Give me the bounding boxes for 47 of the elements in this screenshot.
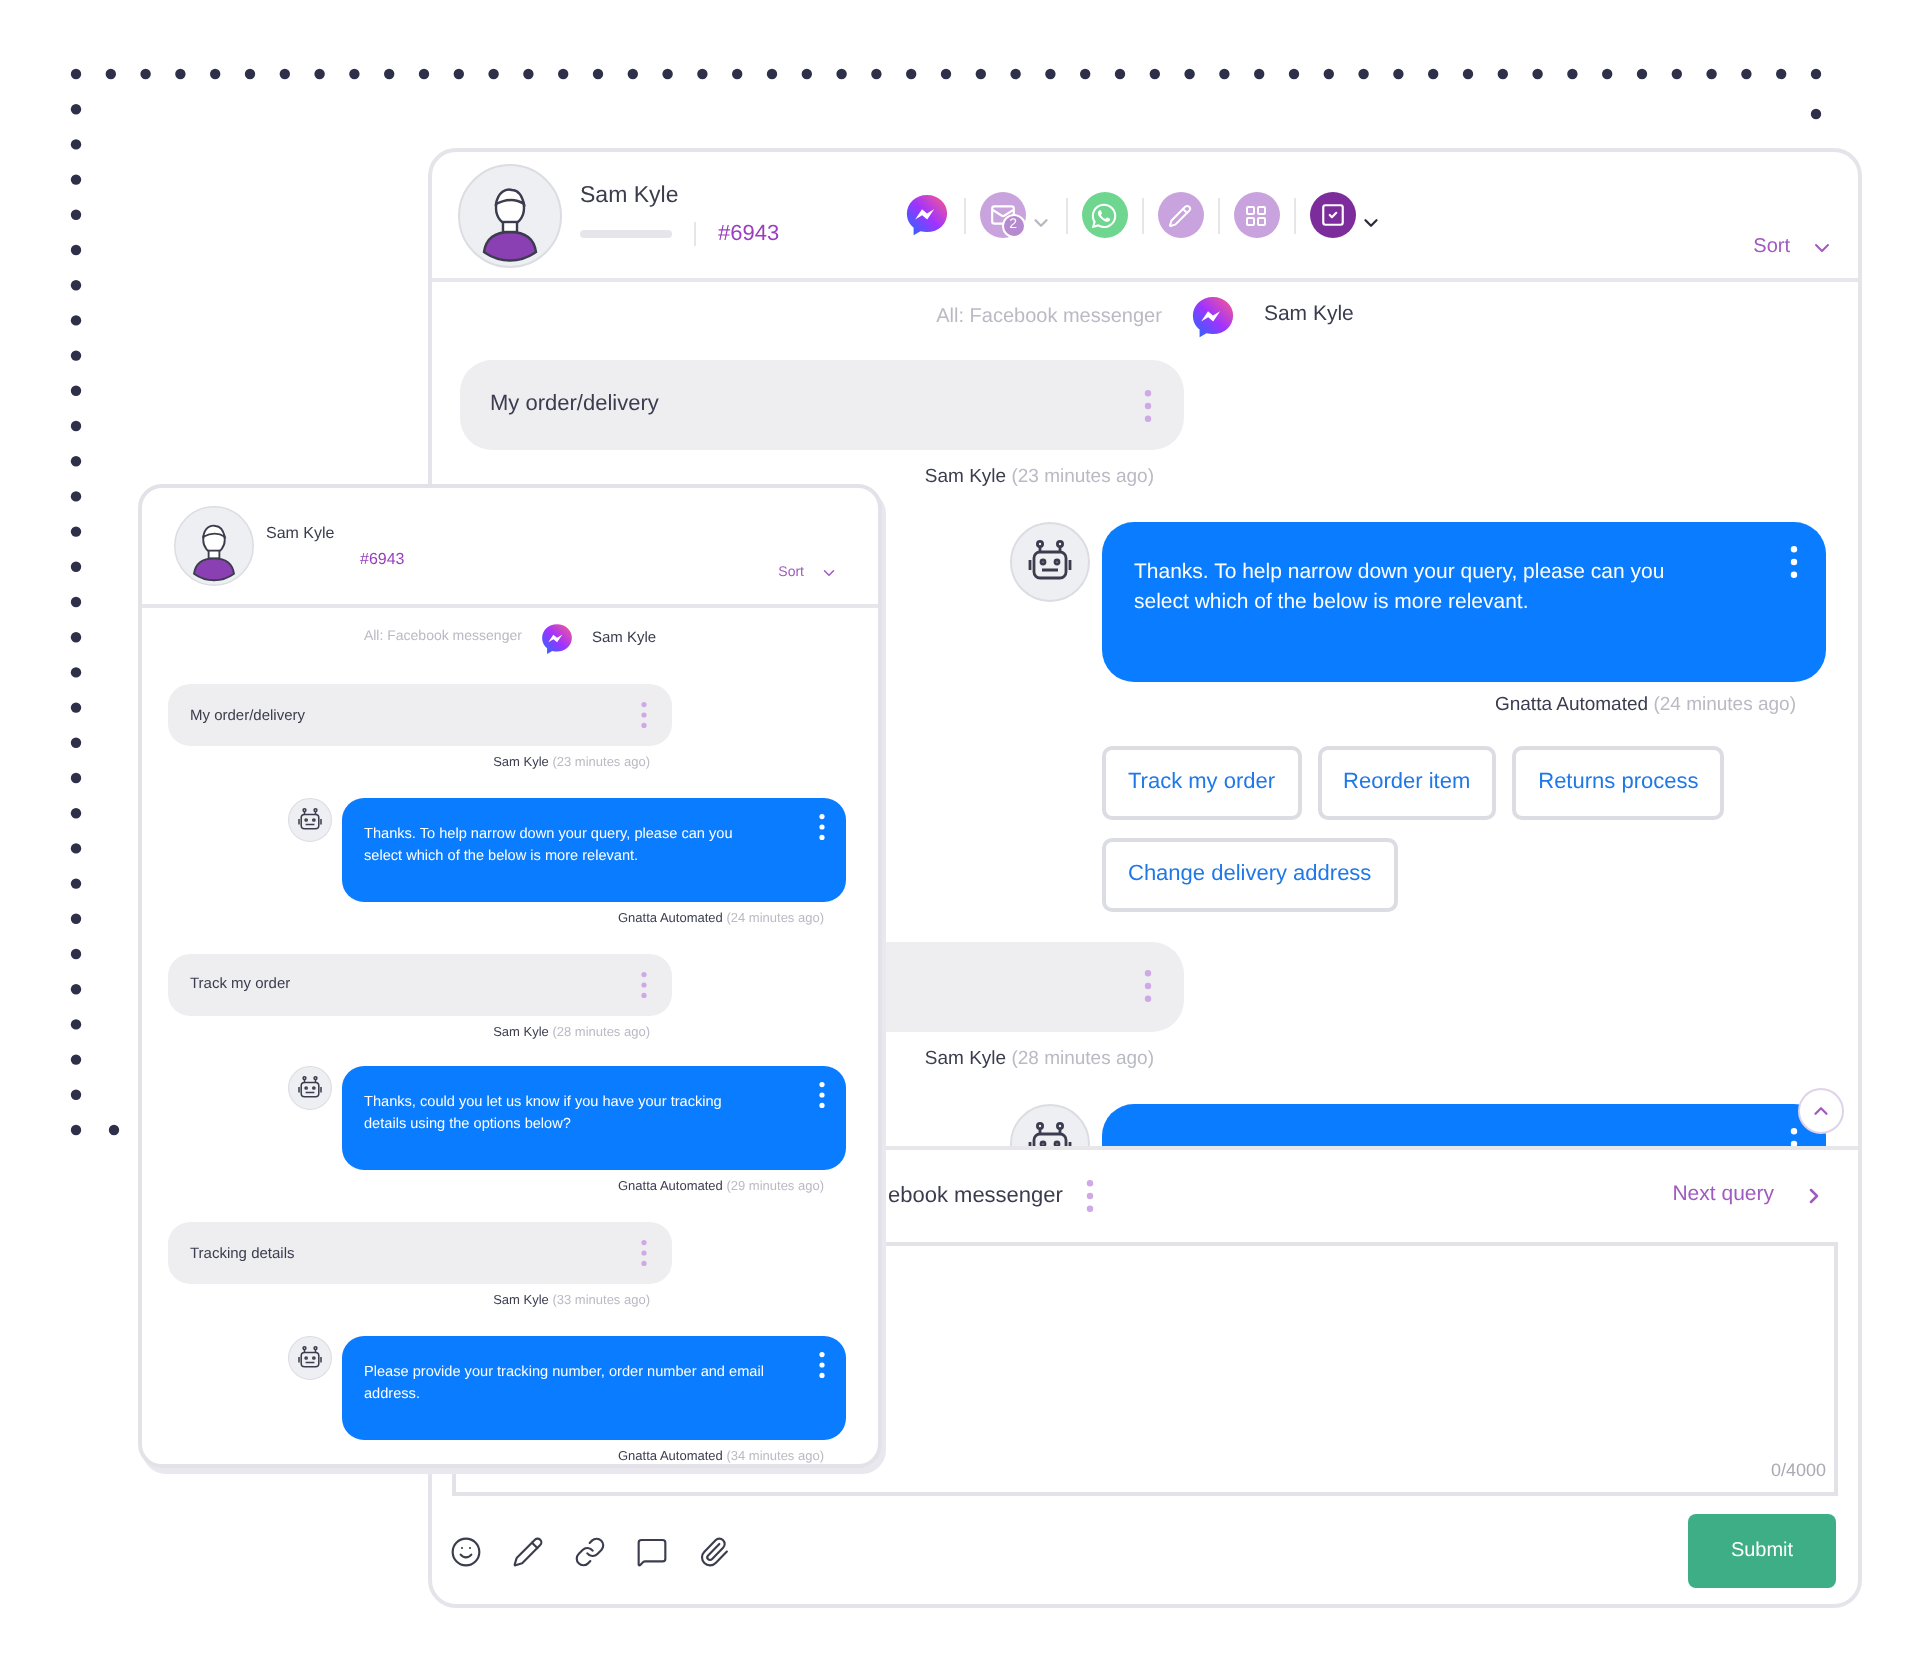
- ticket-number: #6943: [360, 547, 405, 571]
- message-text: Thanks. To help narrow down your query, please can you select which of the below is more relevant.: [1134, 558, 1667, 619]
- phone-bubble-icon: [1081, 192, 1128, 238]
- quick-reply-button[interactable]: Change delivery address: [1102, 837, 1398, 911]
- more-icon[interactable]: [1790, 546, 1798, 579]
- chat-bubble-icon: [1189, 293, 1236, 339]
- checkbox-icon: [1309, 192, 1356, 238]
- sort-button[interactable]: Sort: [1753, 232, 1834, 262]
- chat-bubble-icon: [539, 621, 574, 655]
- contact-name: Sam Kyle: [1263, 300, 1354, 331]
- message-text: My order/delivery: [490, 390, 659, 421]
- quick-reply-button[interactable]: Track my order: [1102, 745, 1302, 819]
- paperclip-icon[interactable]: [698, 1535, 730, 1567]
- link-icon[interactable]: [574, 1535, 606, 1567]
- submit-button[interactable]: Submit: [1688, 1514, 1836, 1588]
- ticket-number: #6943: [718, 219, 780, 250]
- smiley-icon[interactable]: [450, 1535, 482, 1567]
- contact-name: Sam Kyle: [580, 181, 681, 212]
- robot-icon: [288, 1066, 332, 1111]
- placeholder-bar: [580, 230, 672, 239]
- message-meta: Sam Kyle (23 minutes ago): [924, 464, 1156, 492]
- pencil-icon: [1157, 192, 1204, 238]
- next-query-button[interactable]: Next query: [1672, 1180, 1826, 1212]
- channel-label: All: Facebook messenger: [936, 303, 1162, 331]
- pencil-icon[interactable]: [512, 1535, 544, 1567]
- more-icon[interactable]: [1086, 1180, 1095, 1212]
- speech-bubble-icon[interactable]: [636, 1535, 668, 1567]
- channel-name: ebook messenger: [888, 1181, 1063, 1212]
- channel-tab[interactable]: [1309, 192, 1382, 238]
- robot-icon: [288, 1335, 332, 1380]
- channel-tab[interactable]: [903, 192, 950, 238]
- robot-icon: [1010, 522, 1090, 603]
- message-meta: Gnatta Automated (24 minutes ago): [1494, 692, 1798, 721]
- chat-bubble-icon: [903, 192, 950, 238]
- message-meta: Sam Kyle (28 minutes ago): [924, 1045, 1156, 1073]
- character-counter: 0/4000: [1770, 1457, 1826, 1483]
- contact-name: Sam Kyle: [266, 521, 337, 545]
- person-avatar-icon: [174, 506, 254, 586]
- more-icon[interactable]: [818, 813, 826, 840]
- grid-icon: [1233, 192, 1280, 238]
- person-avatar-icon: [458, 163, 562, 267]
- quick-reply-button[interactable]: Reorder item: [1317, 745, 1497, 819]
- scroll-up-button[interactable]: [1798, 1088, 1844, 1134]
- quick-reply-button[interactable]: Returns process: [1512, 745, 1725, 819]
- more-icon[interactable]: [818, 1082, 826, 1109]
- more-icon[interactable]: [818, 1351, 826, 1378]
- robot-icon: [288, 797, 332, 842]
